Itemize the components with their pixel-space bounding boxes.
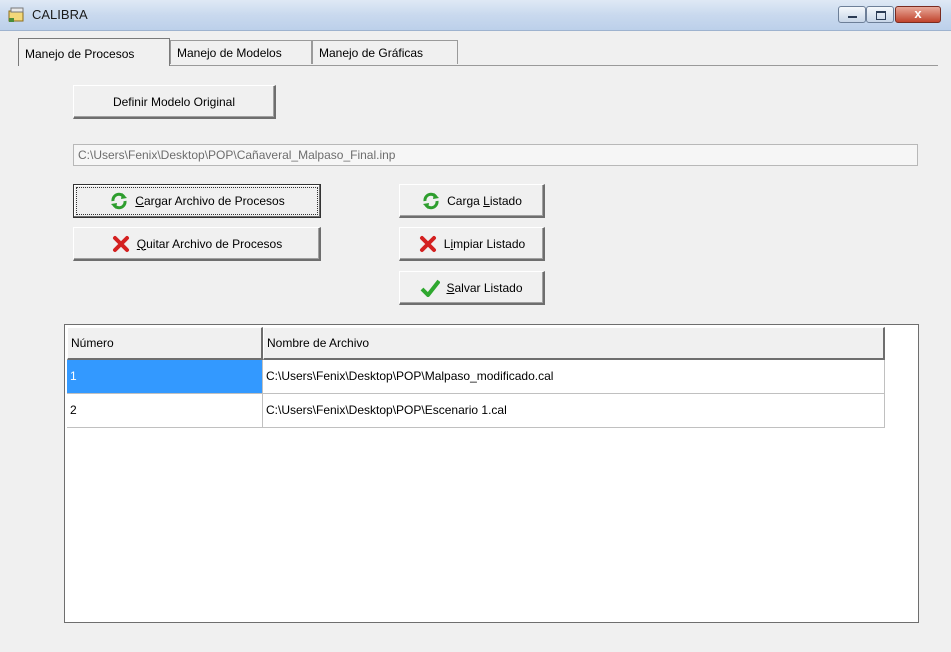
close-icon: x — [914, 6, 922, 21]
table-cell-numero[interactable]: 2 — [67, 394, 263, 428]
refresh-icon — [423, 192, 440, 209]
tab-manejo-procesos[interactable]: Manejo de Procesos — [18, 38, 170, 66]
title-bar[interactable]: CALIBRA x — [0, 0, 951, 31]
table-cell-archivo[interactable]: C:\Users\Fenix\Desktop\POP\Malpaso_modif… — [263, 360, 885, 394]
tab-manejo-modelos[interactable]: Manejo de Modelos — [170, 40, 312, 64]
delete-x-icon — [419, 235, 436, 252]
cargar-archivo-procesos-button[interactable]: Cargar Archivo de Procesos — [73, 184, 321, 218]
model-path-field[interactable]: C:\Users\Fenix\Desktop\POP\Cañaveral_Mal… — [73, 144, 918, 166]
salvar-listado-button[interactable]: Salvar Listado — [399, 271, 545, 305]
checkmark-icon — [421, 279, 441, 297]
limpiar-listado-button[interactable]: Limpiar Listado — [399, 227, 545, 261]
delete-x-icon — [112, 235, 129, 252]
definir-modelo-original-button[interactable]: Definir Modelo Original — [73, 85, 276, 119]
definir-modelo-label: Definir Modelo Original — [112, 94, 236, 109]
app-icon — [8, 7, 24, 22]
quitar-archivo-label: Quitar Archivo de Procesos — [136, 236, 283, 251]
column-header-nombre-archivo[interactable]: Nombre de Archivo — [263, 327, 885, 360]
tab-manejo-graficas[interactable]: Manejo de Gráficas — [312, 40, 458, 64]
limpiar-listado-label: Limpiar Listado — [443, 236, 526, 251]
refresh-icon — [111, 192, 128, 210]
minimize-button[interactable] — [838, 6, 866, 23]
close-button[interactable]: x — [895, 6, 941, 23]
carga-listado-label: Carga Listado — [447, 193, 522, 208]
quitar-archivo-procesos-button[interactable]: Quitar Archivo de Procesos — [73, 227, 321, 261]
column-header-numero[interactable]: Número — [67, 327, 263, 360]
cargar-archivo-label: Cargar Archivo de Procesos — [135, 194, 285, 208]
files-table[interactable]: Número Nombre de Archivo 1 C:\Users\Feni… — [64, 324, 919, 623]
window-title: CALIBRA — [32, 7, 88, 22]
salvar-listado-label: Salvar Listado — [446, 280, 523, 295]
table-cell-archivo[interactable]: C:\Users\Fenix\Desktop\POP\Escenario 1.c… — [263, 394, 885, 428]
carga-listado-button[interactable]: Carga Listado — [399, 184, 545, 218]
maximize-button[interactable] — [866, 6, 894, 23]
table-cell-numero[interactable]: 1 — [67, 360, 263, 394]
